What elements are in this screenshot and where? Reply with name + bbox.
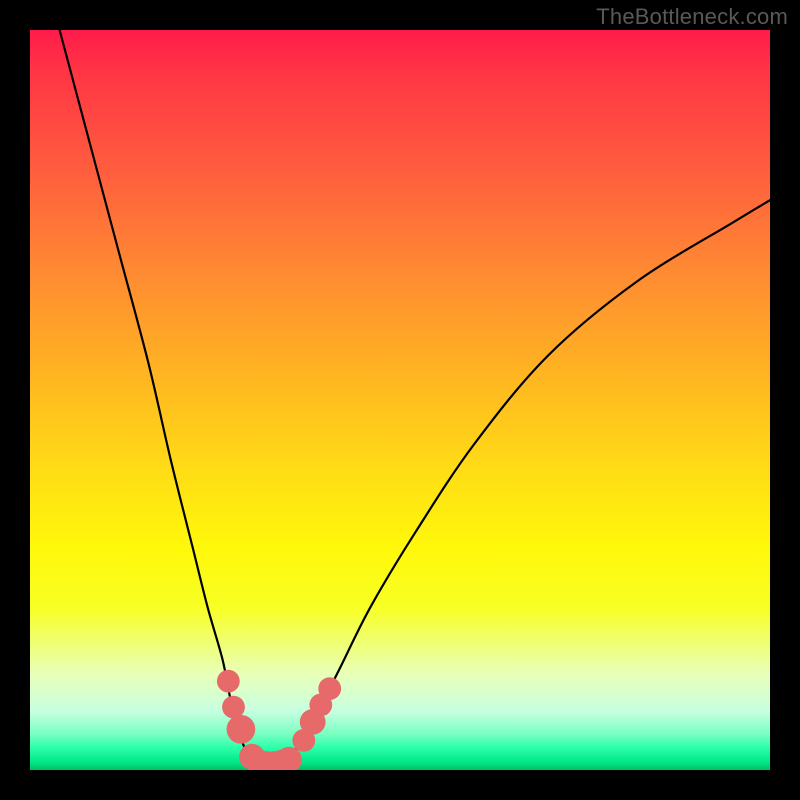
curve-svg [30,30,770,770]
curve-marker [217,670,240,693]
attribution-text: TheBottleneck.com [596,4,788,30]
plot-area [30,30,770,770]
bottleneck-curve [60,30,770,768]
chart-frame: TheBottleneck.com [0,0,800,800]
curve-marker [318,677,341,700]
marker-group [217,670,341,770]
curve-marker [227,715,256,744]
